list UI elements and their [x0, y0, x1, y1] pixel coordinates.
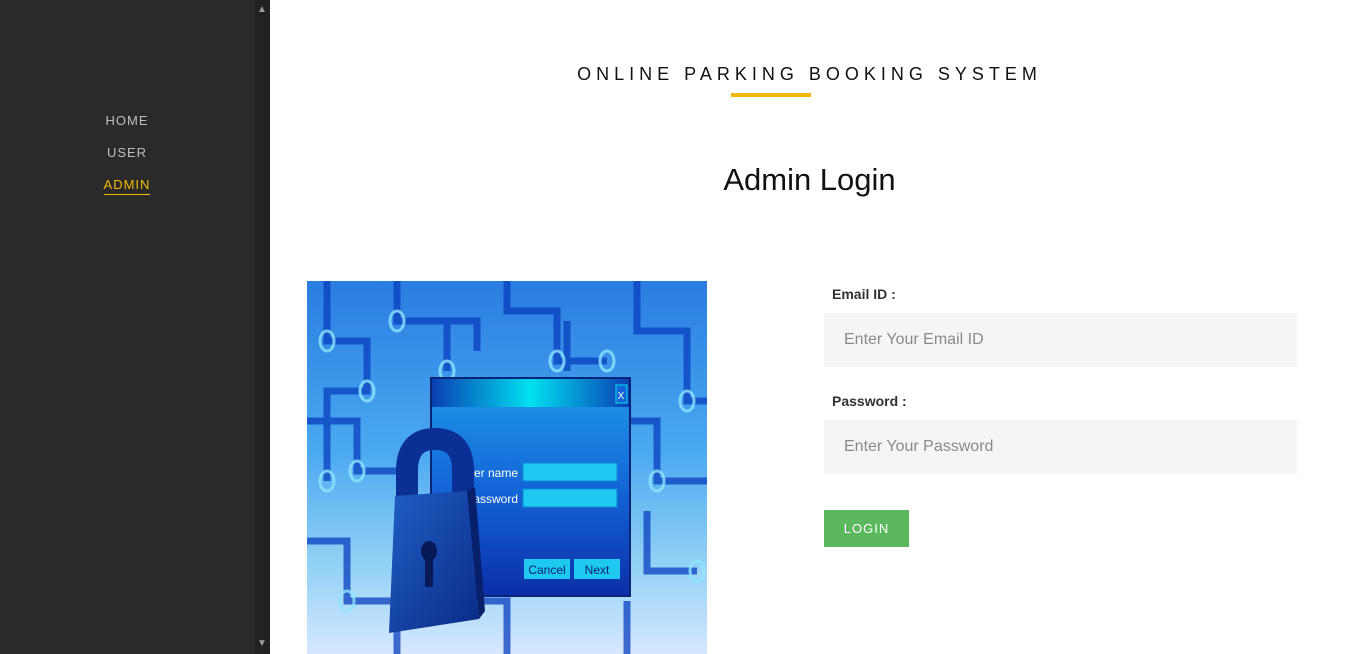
email-field[interactable]: [824, 313, 1297, 367]
scroll-down-icon[interactable]: ▼: [254, 636, 270, 652]
nav-item-user[interactable]: USER: [0, 142, 254, 174]
scroll-up-icon[interactable]: ▲: [254, 2, 270, 18]
sidebar: HOME USER ADMIN: [0, 0, 254, 654]
title-underline: [731, 93, 811, 97]
nav-item-admin[interactable]: ADMIN: [0, 174, 254, 206]
page-title: Admin Login: [723, 162, 896, 197]
nav-item-user-label: USER: [106, 145, 148, 160]
email-label: Email ID :: [832, 286, 896, 302]
main-content: ONLINE PARKING BOOKING SYSTEM Admin Logi…: [270, 0, 1349, 654]
padlock-circuit-image: X User name Password Cancel Next: [307, 281, 707, 654]
login-button[interactable]: LOGIN: [824, 510, 909, 547]
nav-item-home[interactable]: HOME: [0, 110, 254, 142]
sidebar-nav: HOME USER ADMIN: [0, 110, 254, 206]
dialog-next-label: Next: [585, 563, 610, 577]
admin-login-form: Email ID : Password : LOGIN: [824, 282, 1297, 547]
sidebar-scrollbar[interactable]: ▲ ▼: [254, 0, 270, 654]
nav-item-admin-label: ADMIN: [103, 177, 151, 195]
password-field[interactable]: [824, 420, 1297, 474]
dialog-close-label: X: [618, 391, 625, 402]
password-label: Password :: [832, 393, 907, 409]
login-illustration: X User name Password Cancel Next: [307, 281, 707, 654]
site-title: ONLINE PARKING BOOKING SYSTEM: [577, 64, 1042, 84]
nav-item-home-label: HOME: [105, 113, 149, 128]
dialog-cancel-label: Cancel: [528, 563, 565, 577]
